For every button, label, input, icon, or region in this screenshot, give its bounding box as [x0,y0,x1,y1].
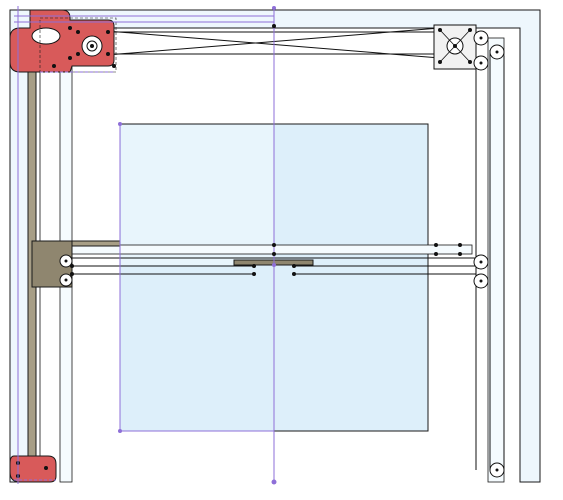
guide-point-mid [272,263,276,267]
carriage-pulley-1-center [64,259,68,263]
right-pulley-4-center [479,260,483,264]
cad-canvas[interactable] [0,0,563,500]
bottom-left-idler-mount[interactable] [9,455,57,483]
drive-pulley-center [90,44,94,48]
idler-bolt-3 [44,466,48,470]
guide-point-bed-tl [118,122,122,126]
x-gantry-bar[interactable] [71,244,473,255]
motor-mount-hole [31,27,61,45]
right-pulley-3-center [479,61,483,65]
left-carriage-arm [71,240,121,247]
right-pulley-2-center [495,50,499,54]
guide-point-top [272,6,276,10]
right-pulley-1-center [479,36,483,40]
print-bed-highlight [121,125,274,265]
right-pulley-5-center [479,279,483,283]
guide-point-bed-bl [118,429,122,433]
guide-point-bottom [271,479,277,485]
cad-drawing[interactable] [0,0,563,500]
carriage-pulley-2-center [64,278,68,282]
right-pulley-6-center [495,468,499,472]
